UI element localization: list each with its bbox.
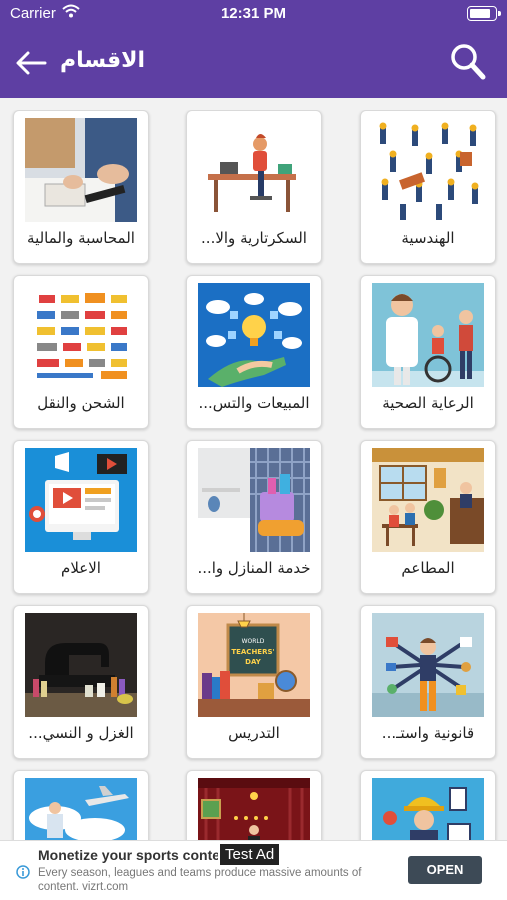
category-label: الغزل و النسي... bbox=[28, 724, 134, 742]
categories-grid: المحاسبة والمالية السكرتارية والا... اله… bbox=[0, 110, 507, 840]
teaching-image: WORLD TEACHERS' DAY bbox=[198, 613, 310, 717]
category-card-entertainment[interactable] bbox=[186, 770, 322, 840]
housekeeping-image bbox=[198, 448, 310, 552]
ad-title[interactable]: Monetize your sports content bbox=[38, 847, 218, 863]
category-card-housekeeping[interactable]: خدمة المنازل وا... bbox=[186, 440, 322, 594]
category-card-secretary[interactable]: السكرتارية والا... bbox=[186, 110, 322, 264]
ad-banner[interactable]: Monetize your sports content Test Ad Eve… bbox=[0, 840, 507, 900]
entertainment-image bbox=[198, 778, 310, 840]
svg-text:TEACHERS': TEACHERS' bbox=[231, 648, 274, 656]
aviation-image bbox=[25, 778, 137, 840]
category-card-teaching[interactable]: WORLD TEACHERS' DAY التدريس bbox=[186, 605, 322, 759]
category-label: الشحن والنقل bbox=[37, 394, 125, 412]
category-label: خدمة المنازل وا... bbox=[197, 559, 311, 577]
category-card-healthcare[interactable]: الرعاية الصحية bbox=[360, 275, 496, 429]
category-card-textile[interactable]: الغزل و النسي... bbox=[13, 605, 149, 759]
category-label: السكرتارية والا... bbox=[201, 229, 307, 247]
category-label: الرعاية الصحية bbox=[382, 394, 474, 412]
shipping-image bbox=[25, 283, 137, 387]
back-arrow-icon[interactable] bbox=[14, 48, 48, 78]
sales-image bbox=[198, 283, 310, 387]
secretary-image bbox=[198, 118, 310, 222]
category-card-accounting[interactable]: المحاسبة والمالية bbox=[13, 110, 149, 264]
page-title: الاقسام bbox=[60, 48, 146, 73]
ad-description: Every season, leagues and teams produce … bbox=[38, 867, 362, 893]
accounting-image bbox=[25, 118, 137, 222]
category-card-restaurants[interactable]: المطاعم bbox=[360, 440, 496, 594]
svg-text:DAY: DAY bbox=[245, 658, 262, 666]
legal-image bbox=[372, 613, 484, 717]
status-time: 12:31 PM bbox=[220, 5, 287, 22]
category-label: المطاعم bbox=[401, 559, 455, 577]
category-label: الهندسية bbox=[401, 229, 455, 247]
category-card-engineering[interactable]: الهندسية bbox=[360, 110, 496, 264]
healthcare-image bbox=[372, 283, 484, 387]
category-card-legal[interactable]: قانونية واستـ... bbox=[360, 605, 496, 759]
category-label: قانونية واستـ... bbox=[381, 724, 475, 742]
search-icon[interactable] bbox=[449, 42, 487, 82]
category-label: المبيعات والتس... bbox=[198, 394, 310, 412]
media-image bbox=[25, 448, 137, 552]
category-card-shipping[interactable]: الشحن والنقل bbox=[13, 275, 149, 429]
category-card-aviation[interactable] bbox=[13, 770, 149, 840]
category-label: الاعلام bbox=[61, 559, 101, 577]
textile-image bbox=[25, 613, 137, 717]
nav-bar: الاقسام bbox=[0, 28, 507, 98]
construction-image bbox=[372, 778, 484, 840]
category-card-sales[interactable]: المبيعات والتس... bbox=[186, 275, 322, 429]
top-bar: Carrier 12:31 PM الاقسام bbox=[0, 0, 507, 98]
engineering-image bbox=[372, 118, 484, 222]
ad-open-button[interactable]: OPEN bbox=[408, 856, 482, 884]
category-card-media[interactable]: الاعلام bbox=[13, 440, 149, 594]
svg-text:WORLD: WORLD bbox=[242, 638, 265, 645]
test-ad-badge: Test Ad bbox=[220, 844, 280, 865]
status-bar: Carrier 12:31 PM bbox=[0, 0, 507, 28]
battery-icon bbox=[467, 6, 501, 21]
restaurants-image bbox=[372, 448, 484, 552]
category-label: التدريس bbox=[228, 724, 280, 742]
info-icon[interactable] bbox=[16, 865, 30, 879]
category-card-construction[interactable] bbox=[360, 770, 496, 840]
category-label: المحاسبة والمالية bbox=[27, 229, 135, 247]
